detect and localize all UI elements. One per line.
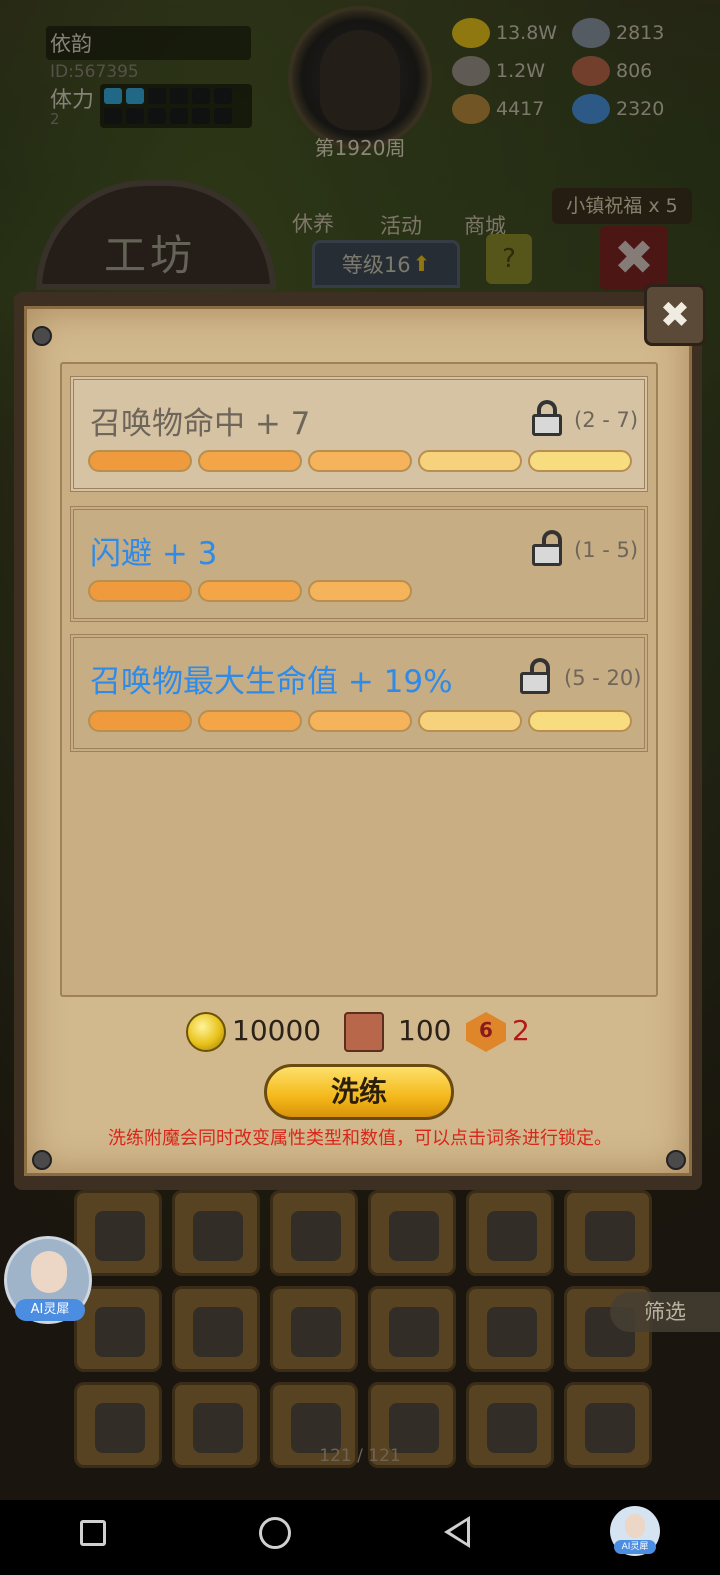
quality-segment	[198, 450, 302, 472]
equipment-icon	[487, 1307, 537, 1357]
equipment-icon	[193, 1307, 243, 1357]
page-count: 121 / 121	[319, 1446, 401, 1466]
quality-segment	[308, 710, 412, 732]
inventory-slot[interactable]	[564, 1382, 652, 1468]
attribute-text: 闪避 + 3	[90, 536, 218, 572]
quality-bar	[88, 710, 632, 732]
equipment-icon	[291, 1307, 341, 1357]
equipment-icon	[193, 1403, 243, 1453]
ai-label: AI灵犀	[15, 1299, 85, 1321]
ai-avatar	[31, 1251, 67, 1293]
inventory-slot[interactable]	[466, 1382, 554, 1468]
equipment-icon	[585, 1211, 635, 1261]
inventory-slot[interactable]	[466, 1190, 554, 1276]
inventory-slot[interactable]	[74, 1382, 162, 1468]
quality-bar	[88, 580, 412, 602]
inventory-slot[interactable]	[564, 1190, 652, 1276]
inventory-slot[interactable]	[270, 1286, 358, 1372]
quality-segment	[198, 710, 302, 732]
back-icon-inner	[450, 1521, 467, 1543]
quality-segment	[418, 710, 522, 732]
attribute-range: (5 - 20)	[564, 666, 642, 690]
quality-segment	[528, 710, 632, 732]
recent-apps-icon[interactable]	[80, 1520, 106, 1546]
quality-bar	[88, 450, 632, 472]
enchant-scroll-icon	[344, 1012, 384, 1052]
ai-avatar	[625, 1514, 645, 1538]
attribute-row[interactable]: 召唤物最大生命值 + 19% (5 - 20)	[70, 634, 648, 752]
inventory-slot[interactable]	[172, 1190, 260, 1276]
gold-coin-icon	[186, 1012, 226, 1052]
equipment-icon	[95, 1403, 145, 1453]
equipment-icon	[291, 1211, 341, 1261]
quality-segment	[88, 450, 192, 472]
inventory-slot[interactable]	[172, 1286, 260, 1372]
lock-icon[interactable]	[532, 400, 562, 436]
inventory-slot[interactable]	[368, 1190, 456, 1276]
quality-segment	[88, 580, 192, 602]
unlock-icon[interactable]	[520, 658, 550, 694]
unlock-icon[interactable]	[532, 530, 562, 566]
attribute-range: (2 - 7)	[574, 408, 639, 432]
quality-segment	[198, 580, 302, 602]
equipment-icon	[389, 1307, 439, 1357]
equipment-icon	[585, 1403, 635, 1453]
ai-assistant-nav-icon[interactable]: AI灵犀	[610, 1506, 660, 1556]
gem-icon: 6	[466, 1012, 506, 1052]
equipment-icon	[487, 1211, 537, 1261]
attribute-text: 召唤物最大生命值 + 19%	[90, 664, 453, 700]
inventory-grid	[60, 1186, 660, 1486]
inventory-slot[interactable]	[466, 1286, 554, 1372]
ai-nav-label: AI灵犀	[614, 1540, 656, 1554]
gem-level: 6	[479, 1018, 493, 1042]
close-button[interactable]: ✖	[644, 284, 706, 346]
rivet-icon	[666, 1150, 686, 1170]
refine-cost: 10000 100 6 2	[0, 1010, 720, 1054]
quality-segment	[308, 580, 412, 602]
gold-cost: 10000	[232, 1014, 322, 1047]
equipment-icon	[95, 1307, 145, 1357]
scroll-cost: 100	[398, 1014, 452, 1047]
equipment-icon	[193, 1211, 243, 1261]
filter-button[interactable]: 筛选	[610, 1292, 720, 1332]
close-icon: ✖	[659, 294, 691, 336]
rivet-icon	[32, 326, 52, 346]
quality-segment	[308, 450, 412, 472]
equipment-icon	[487, 1403, 537, 1453]
attribute-text: 召唤物命中 + 7	[90, 406, 311, 442]
equipment-icon	[95, 1211, 145, 1261]
quality-segment	[88, 710, 192, 732]
quality-segment	[418, 450, 522, 472]
refine-hint: 洗练附魔会同时改变属性类型和数值，可以点击词条进行锁定。	[108, 1128, 612, 1149]
attribute-row[interactable]: 召唤物命中 + 7 (2 - 7)	[70, 376, 648, 492]
rivet-icon	[32, 1150, 52, 1170]
attribute-range: (1 - 5)	[574, 538, 639, 562]
ai-assistant-button[interactable]: AI灵犀	[4, 1236, 92, 1324]
quality-segment	[528, 450, 632, 472]
refine-button[interactable]: 洗练	[264, 1064, 454, 1120]
inventory-slot[interactable]	[270, 1190, 358, 1276]
gem-cost: 2	[512, 1014, 530, 1047]
home-icon[interactable]	[259, 1517, 291, 1549]
inventory-slot[interactable]	[172, 1382, 260, 1468]
attribute-row[interactable]: 闪避 + 3 (1 - 5)	[70, 506, 648, 622]
inventory-slot[interactable]	[368, 1286, 456, 1372]
equipment-icon	[389, 1211, 439, 1261]
